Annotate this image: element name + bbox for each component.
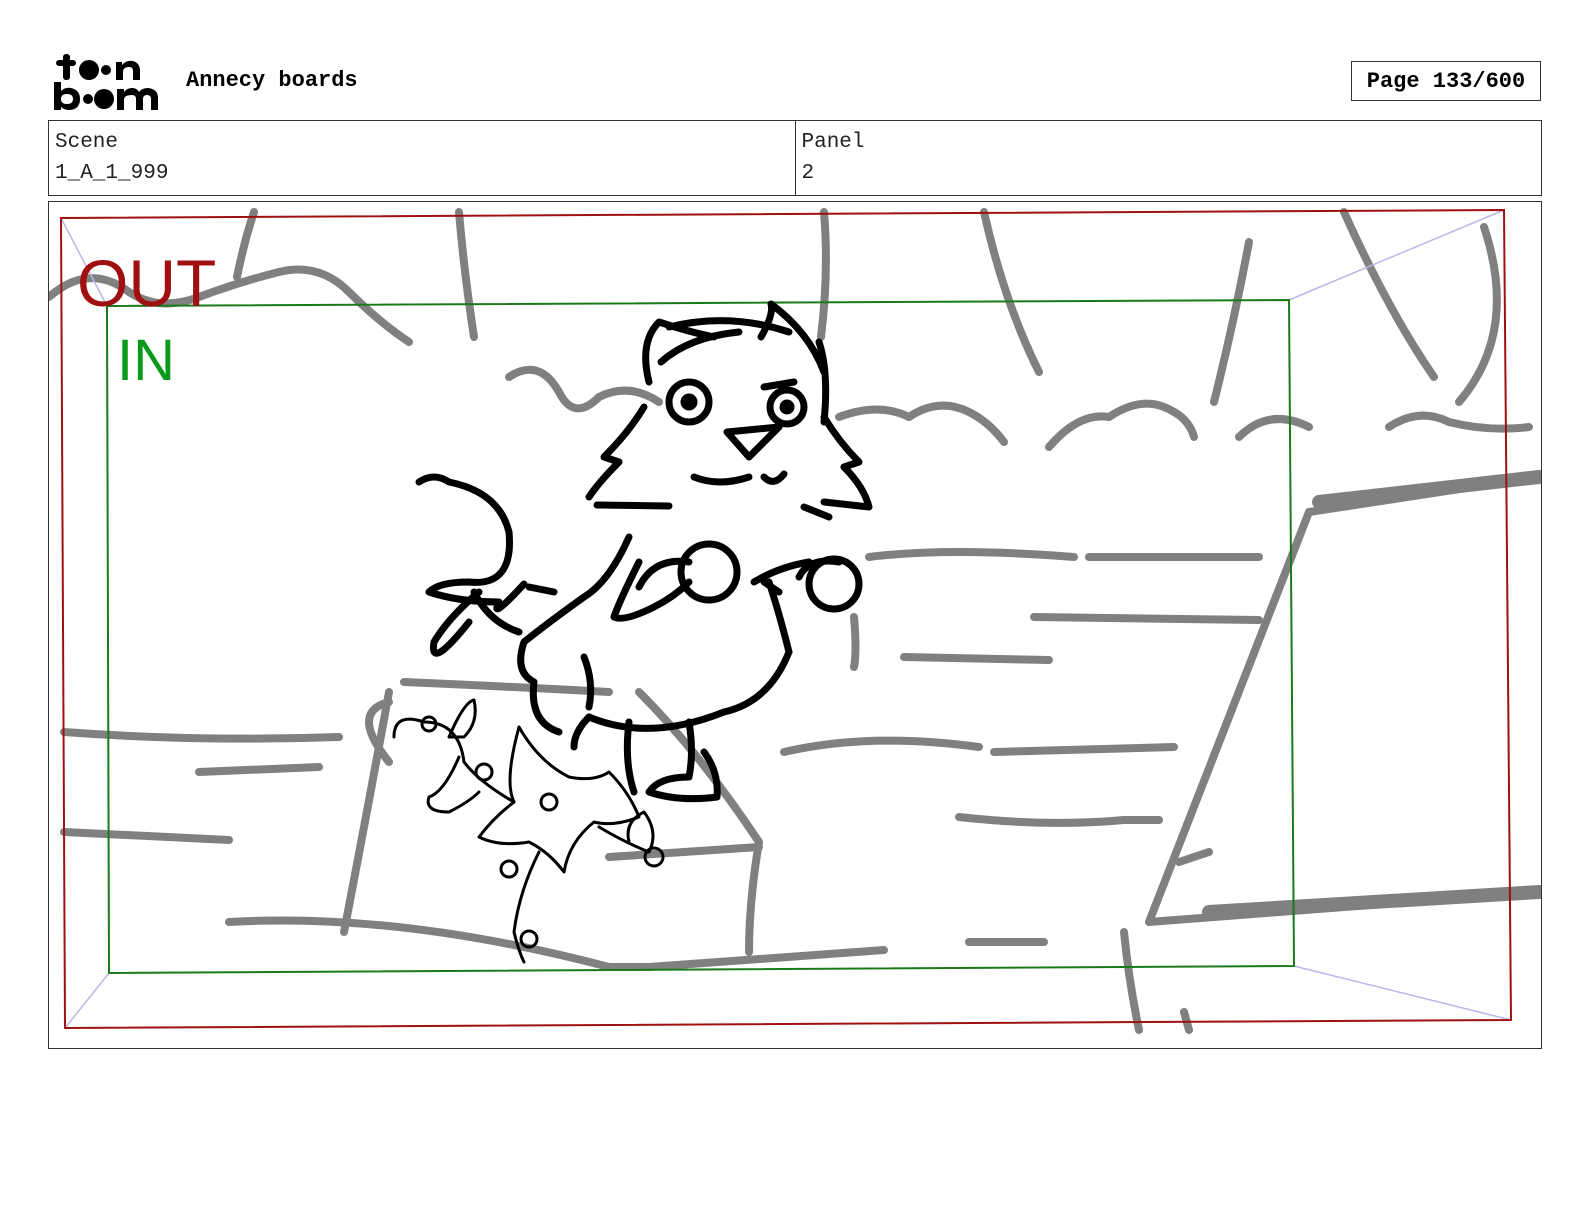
cat-character-sketch bbox=[415, 300, 873, 803]
toonboom-logo-icon bbox=[54, 54, 158, 110]
storyboard-panel: OUT IN bbox=[48, 201, 1542, 1049]
storyboard-drawing: OUT IN bbox=[49, 208, 1541, 1034]
in-frame bbox=[105, 298, 1296, 975]
scene-label: Scene bbox=[55, 131, 119, 154]
scene-value: 1_A_1_999 bbox=[55, 162, 169, 185]
scene-cell: Scene 1_A_1_999 bbox=[49, 121, 795, 195]
panel-value: 2 bbox=[801, 162, 815, 185]
flower-sketch bbox=[392, 698, 665, 964]
out-label: OUT bbox=[77, 246, 216, 320]
scene-panel-table: Scene 1_A_1_999 Panel 2 bbox=[48, 120, 1542, 196]
page-indicator: Page 133/600 bbox=[1351, 61, 1541, 101]
panel-cell: Panel 2 bbox=[794, 121, 1542, 195]
in-label: IN bbox=[117, 328, 175, 393]
project-title: Annecy boards bbox=[186, 68, 358, 93]
panel-label: Panel bbox=[801, 131, 865, 154]
